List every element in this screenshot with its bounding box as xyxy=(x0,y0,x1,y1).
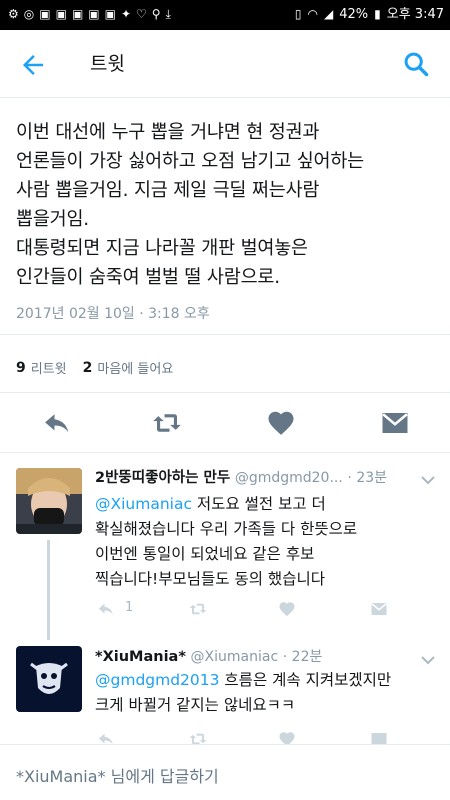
message-icon: ▣ xyxy=(39,7,51,21)
reply-input[interactable]: *XiuMania* 님에게 답글하기 xyxy=(16,763,219,787)
mention-link[interactable]: @Xiumaniac xyxy=(95,495,192,513)
reply-tweet[interactable]: 2반뚱띠좋아하는 만두 @gmdgmd20... · 23분 @Xiumania… xyxy=(0,462,450,627)
divider xyxy=(0,392,450,393)
tweet-stats: 9 리트윗 2 마음에 들어요 xyxy=(16,358,173,378)
like-label[interactable]: 마음에 들어요 xyxy=(97,358,173,377)
like-heart-icon[interactable] xyxy=(277,730,297,744)
reply-text-first: 저도요 썰전 보고 더 xyxy=(192,495,326,513)
display-name[interactable]: *XiuMania* xyxy=(95,649,186,665)
app-bar: 트윗 xyxy=(0,30,450,98)
user-handle[interactable]: @Xiumaniac xyxy=(191,649,279,665)
instagram-icon: ◎ xyxy=(23,7,35,21)
divider xyxy=(0,452,450,453)
reply-tweet[interactable]: *XiuMania* @Xiumaniac · 22분 @gmdgmd2013 … xyxy=(0,640,450,744)
wifi-icon: ◠ xyxy=(307,7,318,21)
download-icon: ⤓ xyxy=(165,7,171,21)
message-icon: ▣ xyxy=(71,7,84,21)
message-envelope-icon[interactable] xyxy=(369,600,389,618)
reply-time: · 22분 xyxy=(282,649,323,665)
like-count[interactable]: 2 xyxy=(83,360,93,376)
retweet-icon[interactable] xyxy=(187,730,209,744)
usb-icon: ⚲ xyxy=(151,7,161,21)
reply-count: 1 xyxy=(125,600,134,615)
reply-text-rest: 확실해졌습니다 우리 가족들 다 한뜻으로 이번엔 통일이 되었네요 같은 후보… xyxy=(95,520,358,588)
like-heart-icon[interactable] xyxy=(264,408,298,438)
notification-icons: ⚙ ◎ ▣ ▣ ▣ ▣ ▣ ✦ ♡ ⚲ ⤓ xyxy=(8,6,171,23)
settings-icon: ⚙ xyxy=(8,7,19,21)
like-heart-icon[interactable] xyxy=(277,600,297,618)
reply-icon[interactable] xyxy=(95,600,117,618)
tweet-text: 이번 대선에 누구 뽑을 거냐면 현 정권과 언론들이 가장 싫어하고 오점 남… xyxy=(16,122,364,288)
avatar-photo-icon xyxy=(16,468,82,534)
message-envelope-icon[interactable] xyxy=(369,730,389,744)
vibrate-icon: ▯ xyxy=(294,7,302,21)
divider xyxy=(0,334,450,335)
back-arrow-icon[interactable] xyxy=(18,50,48,80)
battery-percent: 42% xyxy=(339,7,369,22)
reply-icon[interactable] xyxy=(40,408,74,438)
reply-header: 2반뚱띠좋아하는 만두 @gmdgmd20... · 23분 xyxy=(95,466,440,487)
reply-text-first: 흐름은 계속 지켜보겠지만 xyxy=(219,671,392,689)
reply-icon[interactable] xyxy=(95,730,117,744)
reply-header: *XiuMania* @Xiumaniac · 22분 xyxy=(95,646,440,666)
chevron-down-icon[interactable] xyxy=(420,652,436,668)
retweet-label[interactable]: 리트윗 xyxy=(31,358,67,377)
display-name[interactable]: 2반뚱띠좋아하는 만두 xyxy=(95,470,230,486)
search-icon[interactable] xyxy=(402,50,430,78)
tweet-timestamp: 2017년 02월 10일 · 3:18 오후 xyxy=(16,306,210,322)
avatar[interactable] xyxy=(16,646,82,712)
reply-text: @gmdgmd2013 흐름은 계속 지켜보겠지만 크게 바뀔거 같지는 않네요… xyxy=(95,668,435,718)
twitter-icon: ✦ xyxy=(120,7,132,21)
signal-icon: ◢ xyxy=(324,7,334,21)
clock: 오후 3:47 xyxy=(386,7,444,22)
reply-text-rest: 크게 바뀔거 같지는 않네요ㅋㅋ xyxy=(95,696,296,714)
thread-connector xyxy=(47,540,50,640)
reply-actions: 1 xyxy=(95,600,395,620)
message-envelope-icon[interactable] xyxy=(378,408,412,438)
message-icon: ▣ xyxy=(104,7,116,21)
avatar-logo-icon xyxy=(16,646,82,712)
status-bar: ⚙ ◎ ▣ ▣ ▣ ▣ ▣ ✦ ♡ ⚲ ⤓ ▯ ◠ ◢ 42% ▮ 오후 3:4… xyxy=(0,0,450,30)
page-title: 트윗 xyxy=(90,53,125,75)
battery-icon: ▮ xyxy=(374,7,381,21)
system-icons: ▯ ◠ ◢ 42% ▮ 오후 3:47 xyxy=(295,6,444,23)
retweet-icon[interactable] xyxy=(187,600,209,618)
reply-text: @Xiumaniac 저도요 썰전 보고 더 확실해졌습니다 우리 가족들 다 … xyxy=(95,492,435,592)
chevron-down-icon[interactable] xyxy=(420,472,436,488)
message-icon: ▣ xyxy=(88,7,100,21)
message-icon: ▣ xyxy=(55,7,67,21)
reply-time: · 23분 xyxy=(347,470,388,486)
reply-actions xyxy=(95,730,395,744)
tweet-actions xyxy=(0,400,450,446)
mention-link[interactable]: @gmdgmd2013 xyxy=(95,671,220,689)
heart-icon: ♡ xyxy=(136,7,147,21)
avatar[interactable] xyxy=(16,468,82,534)
retweet-icon[interactable] xyxy=(150,408,184,438)
user-handle[interactable]: @gmdgmd20... xyxy=(235,470,343,486)
retweet-count[interactable]: 9 xyxy=(16,360,26,376)
reply-composer: *XiuMania* 님에게 답글하기 xyxy=(0,744,450,800)
